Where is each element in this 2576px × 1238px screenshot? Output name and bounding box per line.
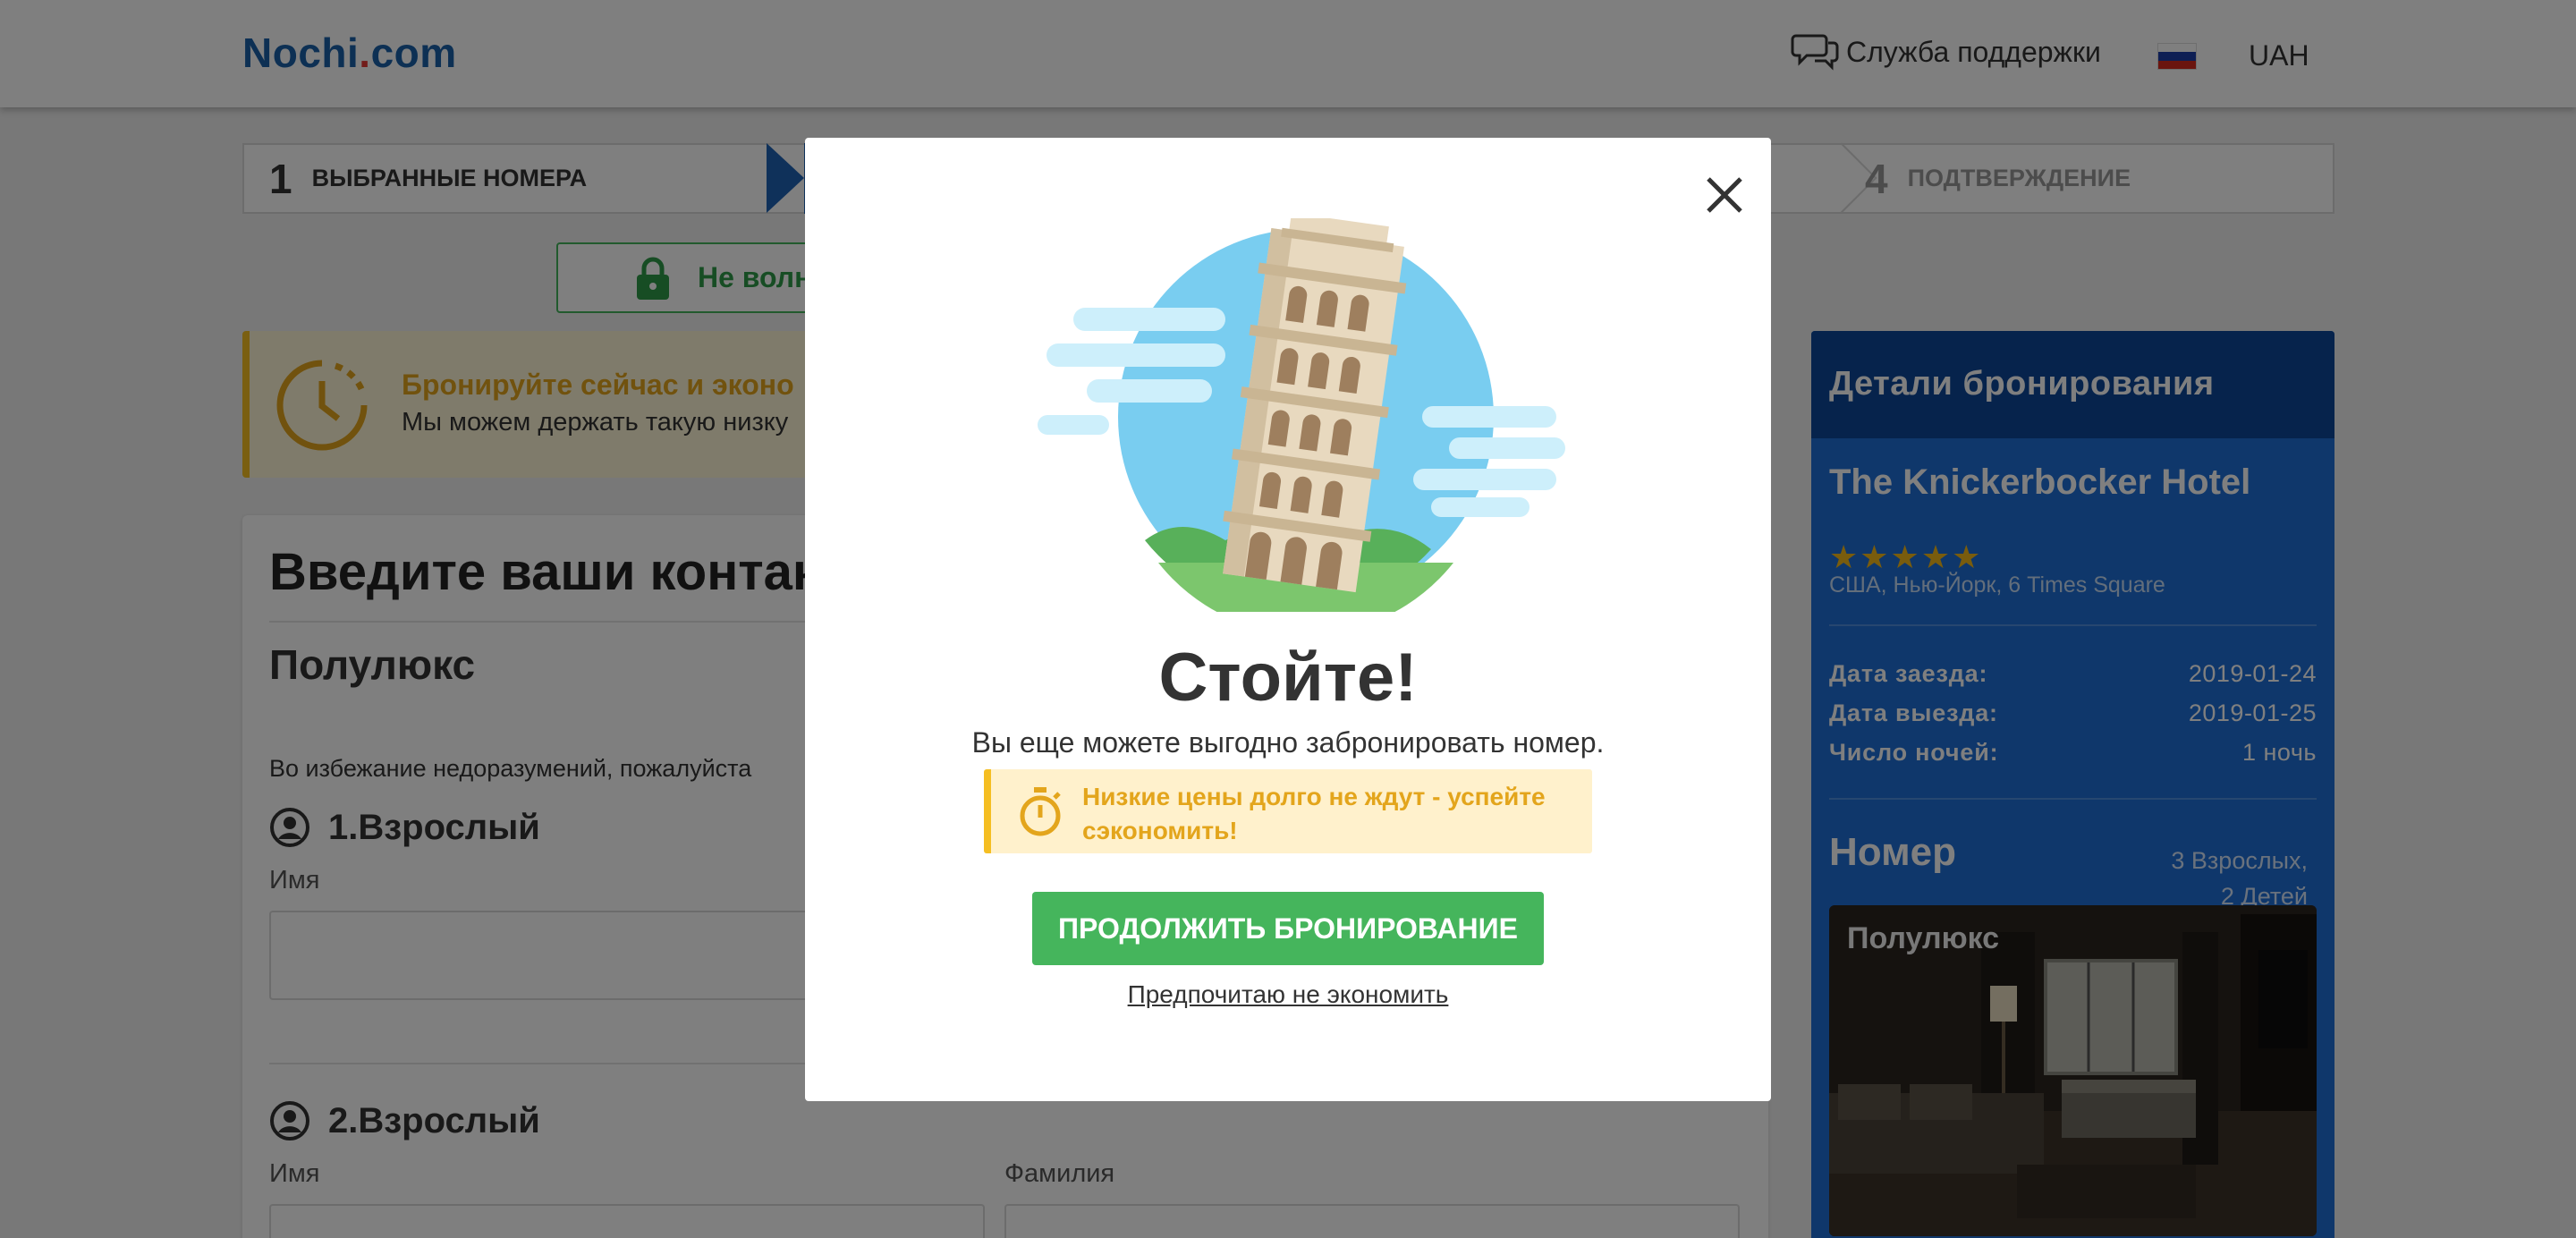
continue-booking-button[interactable]: Продолжить бронирование: [1032, 892, 1544, 965]
exit-intent-modal: Стойте! Вы еще можете выгодно заброниров…: [805, 138, 1771, 1101]
modal-warning-text: Низкие цены долго не ждут - успейте сэко…: [1082, 783, 1546, 844]
close-icon[interactable]: [1699, 170, 1750, 220]
decline-link[interactable]: Предпочитаю не экономить: [805, 980, 1771, 1009]
modal-subtitle: Вы еще можете выгодно забронировать номе…: [971, 726, 1605, 759]
modal-title: Стойте!: [1158, 640, 1418, 716]
leaning-tower-icon: [1038, 218, 1565, 612]
modal-warning: Низкие цены долго не ждут - успейте сэко…: [984, 769, 1592, 853]
stopwatch-icon: [1020, 787, 1061, 836]
